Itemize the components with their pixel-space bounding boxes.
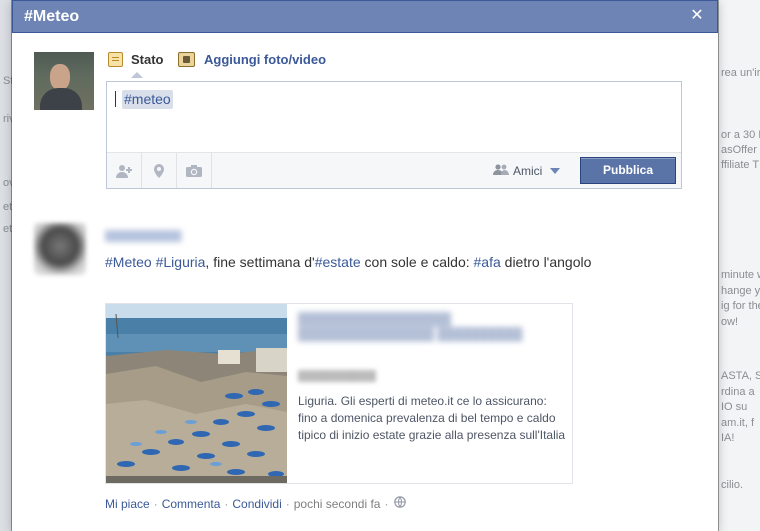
post-message: #Meteo #Liguria, fine settimana d'#estat… bbox=[105, 252, 605, 272]
globe-icon[interactable] bbox=[394, 496, 407, 511]
shared-link-title[interactable]: ██████████████████ ████████████████ ████… bbox=[298, 312, 566, 360]
background-left-column: St rivi ov ete ett bbox=[0, 0, 18, 531]
separator-dot: · bbox=[153, 496, 158, 511]
background-snippet: rdina a bbox=[721, 386, 755, 398]
hashtag-dialog: #Meteo ✕ Stato Aggiungi foto/video #mete… bbox=[12, 0, 718, 531]
background-snippet: hange y bbox=[721, 285, 760, 297]
hashtag-link[interactable]: #Meteo bbox=[105, 254, 152, 270]
publish-button[interactable]: Pubblica bbox=[580, 157, 676, 184]
tab-status[interactable]: Stato bbox=[108, 52, 164, 67]
photo-icon bbox=[178, 52, 195, 67]
background-right-column: rea un'ir or a 30 I asOffer ffiliate T m… bbox=[718, 0, 760, 531]
shared-link-thumbnail[interactable] bbox=[106, 304, 287, 483]
location-pin-icon[interactable] bbox=[142, 153, 177, 188]
background-snippet: ig for the bbox=[721, 300, 760, 312]
avatar-body bbox=[40, 88, 82, 110]
background-snippet: rea un'ir bbox=[721, 67, 760, 79]
post-author-avatar[interactable] bbox=[34, 223, 86, 275]
post-author-name[interactable]: █████████ bbox=[105, 230, 183, 242]
post-actions: Mi piace · Commenta · Condividi · pochi … bbox=[105, 496, 407, 511]
composer-toolbar: Amici Pubblica bbox=[107, 152, 681, 188]
background-snippet: ow! bbox=[721, 316, 739, 328]
tab-add-photo-video-label: Aggiungi foto/video bbox=[204, 52, 327, 67]
hashtag-link[interactable]: #Liguria bbox=[156, 254, 206, 270]
separator-dot: · bbox=[285, 496, 290, 511]
post-text-segment: con sole e caldo: bbox=[360, 254, 474, 270]
background-snippet: ASTA, S bbox=[721, 370, 760, 382]
shared-link-source: ██████████ bbox=[298, 370, 376, 382]
hashtag-link[interactable]: #estate bbox=[315, 254, 361, 270]
dialog-title: #Meteo bbox=[24, 8, 80, 25]
background-snippet: IA! bbox=[721, 432, 735, 444]
text-caret bbox=[115, 91, 116, 107]
friends-icon bbox=[493, 163, 509, 179]
post-text-segment: , fine settimana d' bbox=[205, 254, 315, 270]
user-avatar[interactable] bbox=[34, 52, 94, 110]
tab-add-photo-video[interactable]: Aggiungi foto/video bbox=[178, 52, 326, 67]
active-tab-pointer bbox=[131, 72, 143, 78]
background-snippet: asOffer bbox=[721, 144, 757, 156]
background-snippet: minute w bbox=[721, 269, 760, 281]
post-text-segment: dietro l'angolo bbox=[500, 254, 592, 270]
hashtag-link[interactable]: #afa bbox=[474, 254, 501, 270]
camera-icon[interactable] bbox=[177, 153, 212, 188]
status-input[interactable]: #meteo bbox=[113, 88, 673, 148]
status-composer: #meteo Amici Pubblica bbox=[106, 81, 682, 189]
separator-dot: · bbox=[224, 496, 229, 511]
tag-friends-icon[interactable] bbox=[107, 153, 142, 188]
avatar-face bbox=[50, 64, 70, 90]
separator-dot: · bbox=[384, 496, 389, 511]
shared-link-info: ██████████████████ ████████████████ ████… bbox=[298, 312, 566, 444]
close-icon[interactable]: ✕ bbox=[688, 6, 706, 26]
background-snippet: cilio. bbox=[721, 479, 744, 491]
audience-selector[interactable]: Amici bbox=[493, 163, 561, 179]
share-link[interactable]: Condividi bbox=[232, 497, 281, 511]
shared-link-description: Liguria. Gli esperti di meteo.it ce lo a… bbox=[298, 394, 566, 442]
background-snippet: IO su bbox=[721, 401, 748, 413]
shared-link-preview[interactable]: ██████████████████ ████████████████ ████… bbox=[105, 303, 573, 484]
dialog-titlebar: #Meteo ✕ bbox=[12, 0, 718, 33]
chevron-down-icon bbox=[550, 168, 561, 174]
comment-link[interactable]: Commenta bbox=[162, 497, 221, 511]
background-snippet: ffiliate T bbox=[721, 159, 760, 171]
tab-status-label: Stato bbox=[131, 52, 164, 67]
status-icon bbox=[108, 52, 123, 67]
hashtag-token: #meteo bbox=[122, 90, 173, 109]
post-timestamp[interactable]: pochi secondi fa bbox=[294, 497, 381, 511]
background-snippet: am.it, f bbox=[721, 417, 755, 429]
background-snippet: or a 30 I bbox=[721, 129, 760, 141]
like-link[interactable]: Mi piace bbox=[105, 497, 150, 511]
audience-label: Amici bbox=[513, 164, 543, 178]
